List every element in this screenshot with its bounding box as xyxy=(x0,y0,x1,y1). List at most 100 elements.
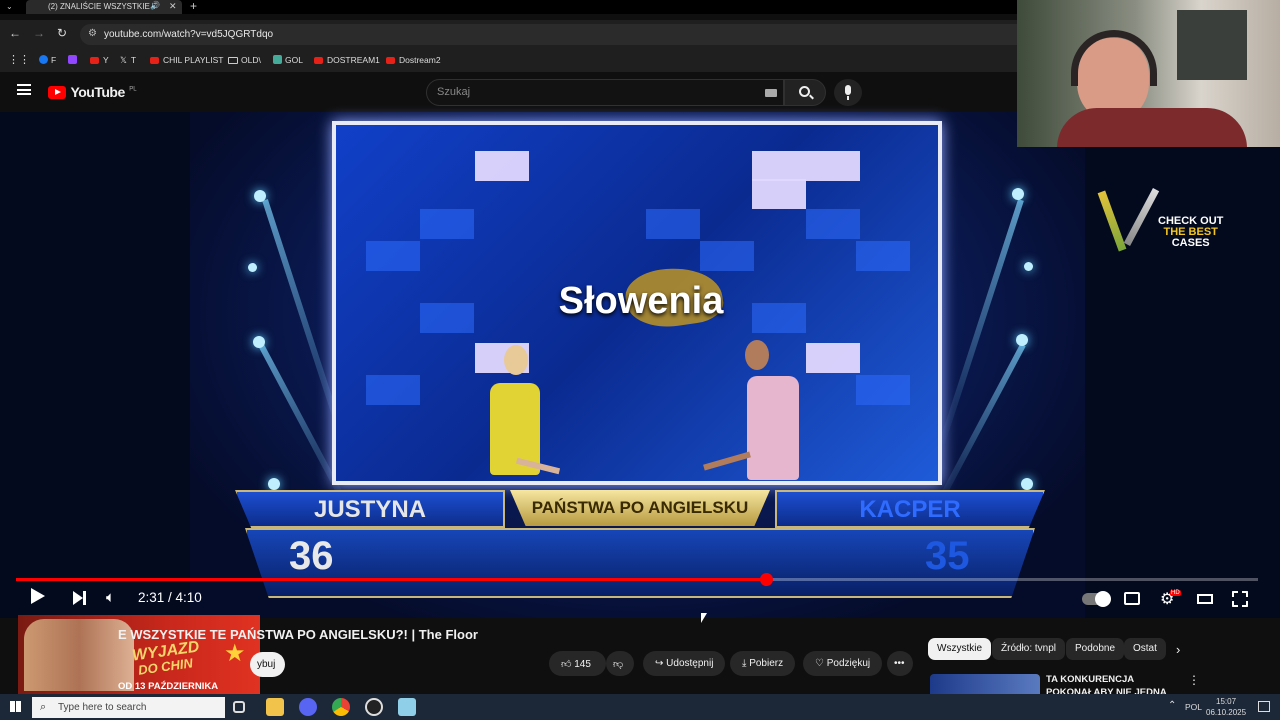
score-bar xyxy=(245,528,1035,598)
bookmark-y[interactable]: Y xyxy=(90,55,109,65)
speaker-icon[interactable]: 🔊 xyxy=(150,1,160,10)
more-actions-button[interactable]: ••• xyxy=(887,651,913,676)
more-vert-icon[interactable]: ⋮ xyxy=(1188,673,1200,687)
folder-icon xyxy=(228,57,238,64)
stage-lamp xyxy=(1016,334,1028,346)
forward-icon[interactable]: → xyxy=(33,26,45,40)
bookmark-chil-playlist[interactable]: CHIL PLAYLIST xyxy=(150,55,223,65)
tray-chevron-icon[interactable]: ⌃ xyxy=(1168,700,1176,711)
knife-image xyxy=(1097,190,1127,252)
video-title: E WSZYSTKIE TE PAŃSTWA PO ANGIELSKU?! | … xyxy=(118,627,478,642)
chrome-icon[interactable] xyxy=(332,698,350,716)
youtube-icon xyxy=(314,57,323,64)
chevron-right-icon[interactable]: › xyxy=(1176,642,1180,657)
webcam-overlay xyxy=(1017,0,1280,147)
star-icon: ★ xyxy=(224,640,246,667)
studio-screen: Słowenia xyxy=(332,121,942,485)
subtitles-icon[interactable] xyxy=(1124,592,1140,605)
youtube-icon xyxy=(90,57,99,64)
category-label: PAŃSTWA PO ANGIELSKU xyxy=(510,490,770,526)
youtube-logo[interactable]: YouTube PL xyxy=(48,84,137,102)
share-button[interactable]: ↪ Udostępnij xyxy=(643,651,726,676)
fullscreen-icon[interactable] xyxy=(1232,591,1248,607)
bookmark-old[interactable]: OLD\ xyxy=(228,55,261,65)
like-button[interactable]: 👍︎ 145 xyxy=(549,651,606,676)
clock[interactable]: 15:07 06.10.2025 xyxy=(1206,696,1246,718)
stage-lamp xyxy=(268,478,280,490)
close-tab-icon[interactable]: ✕ xyxy=(169,1,177,12)
file-explorer-icon[interactable] xyxy=(266,698,284,716)
search-icon: ⌕ xyxy=(40,701,47,713)
clock-time: 15:07 xyxy=(1216,697,1237,706)
site-info-icon[interactable]: ⚙ xyxy=(88,28,97,39)
bookmark-dostream2[interactable]: Dostream2 xyxy=(386,55,441,65)
mouse-cursor-icon xyxy=(701,613,707,623)
stage-lamp xyxy=(1012,188,1024,200)
bookmark-dostream1[interactable]: DOSTREAM1 xyxy=(314,55,380,65)
apps-icon[interactable]: ⋮⋮ xyxy=(8,53,30,66)
progress-bar[interactable] xyxy=(16,573,1258,586)
player-left-name: JUSTYNA xyxy=(235,490,505,528)
stage-lamp xyxy=(1021,478,1033,490)
bookmark-t[interactable]: 𝕏T xyxy=(120,55,136,66)
tab-list-button[interactable]: ⌄ xyxy=(6,2,13,11)
search-button[interactable] xyxy=(784,79,826,106)
mic-icon xyxy=(845,85,851,95)
next-video-thumbnail[interactable] xyxy=(930,674,1040,694)
search-input[interactable]: Szukaj xyxy=(426,79,784,106)
url-text: youtube.com/watch?v=vd5JQGRTdqo xyxy=(104,29,274,40)
task-view-icon[interactable] xyxy=(233,701,245,713)
reload-icon[interactable]: ↻ xyxy=(57,26,67,40)
player-right-name: KACPER xyxy=(775,490,1045,528)
autoplay-toggle[interactable] xyxy=(1082,591,1111,607)
voice-search-button[interactable] xyxy=(834,79,862,106)
subscribe-button[interactable]: ybuj xyxy=(250,652,286,677)
menu-icon[interactable] xyxy=(17,84,31,95)
windows-start-icon[interactable] xyxy=(10,701,21,712)
keyboard-icon[interactable] xyxy=(765,89,777,97)
app-icon[interactable] xyxy=(398,698,416,716)
window xyxy=(1177,10,1247,80)
heart-dollar-icon: ♡ xyxy=(815,658,824,669)
bookmark-twitch[interactable] xyxy=(68,55,77,65)
settings-icon[interactable]: ⚙ HD xyxy=(1160,589,1181,609)
tab-title: (2) ZNALIŚCIE WSZYSTKIE T xyxy=(48,2,157,11)
stage-lamp xyxy=(1024,262,1033,271)
facebook-icon xyxy=(39,55,48,64)
stage-lamp xyxy=(254,190,266,202)
gol-icon xyxy=(273,55,282,64)
bookmark-gol[interactable]: GOL xyxy=(273,55,303,65)
language-indicator[interactable]: POL xyxy=(1185,702,1202,712)
taskbar-search-input[interactable]: ⌕ Type here to search xyxy=(32,697,225,718)
more-icon: ••• xyxy=(894,658,905,669)
stage-lamp xyxy=(253,336,265,348)
chip-recent[interactable]: Ostat xyxy=(1124,638,1166,660)
next-icon[interactable] xyxy=(73,591,86,607)
thanks-button[interactable]: ♡ Podziękuj xyxy=(803,651,883,676)
download-button[interactable]: ⤓ Pobierz xyxy=(730,651,796,676)
new-tab-button[interactable]: + xyxy=(190,0,197,13)
chip-similar[interactable]: Podobne xyxy=(1066,638,1125,660)
chip-all[interactable]: Wszystkie xyxy=(928,638,991,660)
time-display: 2:31 / 4:10 xyxy=(138,590,202,605)
youtube-icon xyxy=(386,57,395,64)
score-left: 36 xyxy=(289,534,334,578)
notifications-icon[interactable] xyxy=(1258,701,1270,712)
dislike-button[interactable]: 👎︎ xyxy=(606,651,634,676)
bookmark-f[interactable]: F xyxy=(39,55,56,65)
play-icon[interactable] xyxy=(31,588,45,604)
theater-mode-icon[interactable] xyxy=(1197,594,1213,604)
thumbs-up-icon: 👍︎ xyxy=(561,659,572,670)
score-podium: JUSTYNA PAŃSTWA PO ANGIELSKU KACPER 36 3… xyxy=(225,490,1055,600)
volume-icon[interactable]: 🔈︎ xyxy=(106,589,115,606)
obs-icon[interactable] xyxy=(365,698,383,716)
score-right: 35 xyxy=(925,534,970,578)
country-label: Słowenia xyxy=(558,280,724,322)
progress-played xyxy=(16,578,766,581)
video-ad-overlay[interactable]: CHECK OUT THE BEST CASES xyxy=(1097,180,1228,256)
progress-scrubber[interactable] xyxy=(760,573,773,586)
back-icon[interactable]: ← xyxy=(9,26,21,40)
ad-text-3: CASES xyxy=(1171,237,1210,249)
discord-icon[interactable] xyxy=(299,698,317,716)
chip-source[interactable]: Źródło: tvnpl xyxy=(992,638,1066,660)
